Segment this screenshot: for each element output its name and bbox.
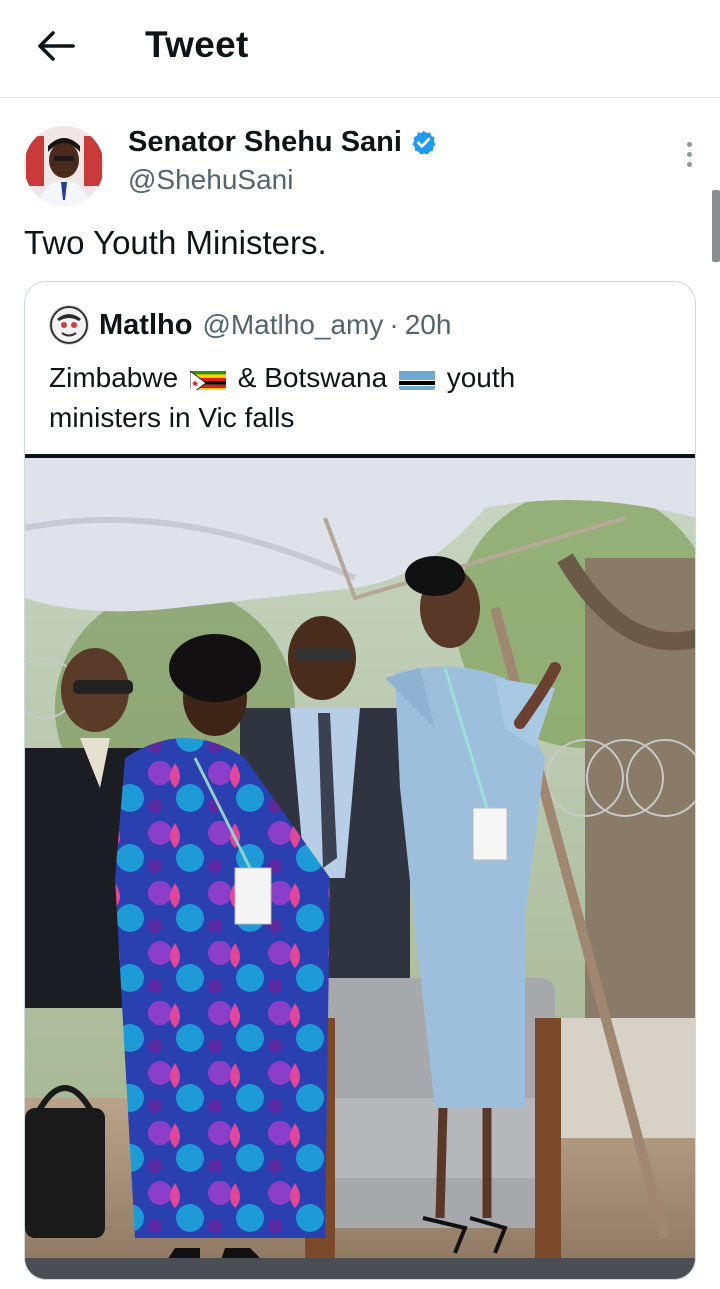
quoted-author-name[interactable]: Matlho [99,309,192,342]
back-button[interactable] [30,20,82,72]
zimbabwe-flag-icon [189,366,226,390]
separator-dot: · [389,309,399,340]
tweet-author: Senator Shehu Sani @ShehuSani [24,122,704,206]
author-avatar[interactable] [24,126,104,206]
verified-badge-icon [412,130,436,155]
quoted-text-part: youth [446,362,516,393]
quoted-author-avatar[interactable] [49,305,89,345]
avatar-image [24,126,104,206]
more-vertical-icon [686,141,692,147]
top-bar: Tweet [0,0,720,98]
quoted-text-part: ministers in Vic falls [49,402,295,433]
quoted-tweet[interactable]: Matlho @Matlho_amy · 20h Zimbabwe & Bots… [24,281,696,1280]
quoted-text-part: & Botswana [237,362,388,393]
quoted-avatar-image [49,305,89,345]
page-title: Tweet [145,24,249,65]
author-name[interactable]: Senator Shehu Sani [128,126,437,159]
more-options-button[interactable] [674,134,704,174]
quoted-author-handle[interactable]: @Matlho_amy [202,309,383,341]
quoted-text-part: Zimbabwe [49,362,179,393]
botswana-flag-icon [398,366,435,390]
quoted-tweet-header: Matlho @Matlho_amy · 20h [49,304,451,346]
tweet-text: Two Youth Ministers. [24,224,327,261]
scrollbar-thumb[interactable] [712,190,720,262]
quoted-tweet-photo[interactable] [25,454,695,1279]
author-name-text: Senator Shehu Sani [128,126,402,158]
event-photo-image [25,458,695,1279]
author-handle[interactable]: @ShehuSani [128,164,293,196]
arrow-left-icon [38,31,75,61]
quoted-tweet-time[interactable]: 20h [405,309,452,341]
quoted-tweet-text: Zimbabwe & Botswana youth ministers in V… [49,358,669,438]
